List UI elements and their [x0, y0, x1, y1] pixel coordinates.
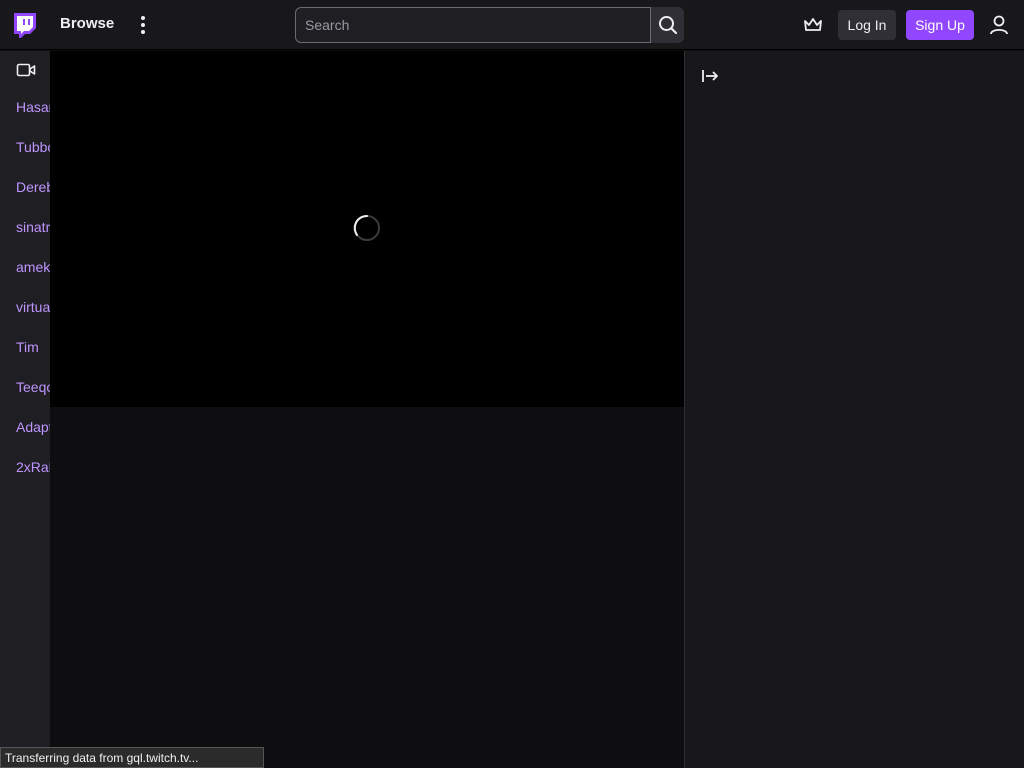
login-button[interactable]: Log In [838, 10, 896, 40]
video-player[interactable] [50, 51, 684, 407]
sidebar-channel-item[interactable]: Tubbo [16, 139, 50, 155]
camera-icon [16, 63, 36, 77]
browse-link[interactable]: Browse [60, 15, 114, 32]
search-button[interactable] [651, 7, 684, 43]
sidebar-channel-item[interactable]: ameko [16, 259, 50, 275]
left-sidebar: Hasanabi Tubbo Dereban sinatraa ameko vi… [0, 51, 50, 768]
signup-button[interactable]: Sign Up [906, 10, 974, 40]
browser-status-bar: Transferring data from gql.twitch.tv... [0, 747, 264, 768]
sidebar-channel-item[interactable]: Hasanabi [16, 99, 50, 115]
search-input[interactable] [295, 7, 651, 43]
sidebar-channel-item[interactable]: virtual [16, 299, 50, 315]
sidebar-channel-item[interactable]: 2xRaKa [16, 459, 50, 475]
loading-spinner-icon [353, 214, 380, 241]
chat-panel [684, 51, 1024, 768]
top-nav: Browse Log In Sign Up [0, 0, 1024, 50]
crown-icon[interactable] [802, 14, 824, 36]
search-icon [658, 16, 677, 35]
channel-info-area [50, 407, 684, 768]
sidebar-channel-item[interactable]: Teeqo [16, 379, 50, 395]
collapse-arrow-icon[interactable] [700, 66, 720, 86]
sidebar-channel-item[interactable]: sinatraa [16, 219, 50, 235]
user-icon[interactable] [988, 14, 1010, 36]
more-vertical-icon[interactable] [134, 13, 152, 37]
sidebar-channel-item[interactable]: Adapt [16, 419, 50, 435]
sidebar-channel-item[interactable]: Tim [16, 339, 50, 355]
sidebar-channel-item[interactable]: Dereban [16, 179, 50, 195]
twitch-logo-icon[interactable] [11, 11, 39, 39]
